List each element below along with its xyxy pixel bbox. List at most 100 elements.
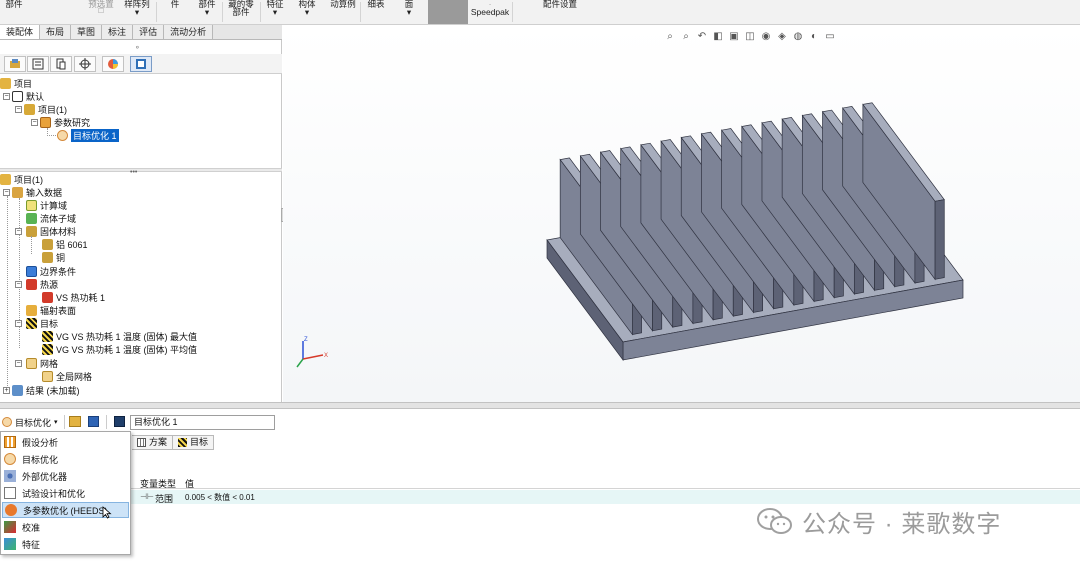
parametric-study-panel: 目标优化 ▾ 目标优化 1 方案 目标 变量类型 值 ⊣⊢ 范围 0.005 <…: [0, 402, 1080, 566]
dd-what-if[interactable]: 假设分析: [2, 434, 129, 450]
config-icon: [12, 91, 23, 102]
tree-goals[interactable]: 目标: [26, 317, 58, 330]
parametric-study-icon: [40, 117, 51, 128]
display-manager-icon[interactable]: [102, 56, 124, 72]
tree-global-mesh[interactable]: 全局网格: [42, 370, 92, 383]
rib-face[interactable]: 面 ▾: [402, 0, 416, 24]
ribbon-divider: [222, 2, 223, 22]
dd-external-opt[interactable]: 外部优化器: [2, 468, 129, 484]
rib-feature[interactable]: 特征 ▾: [264, 0, 286, 24]
rib-hidden-parts[interactable]: 藏的零部件: [226, 0, 256, 24]
tree-target-opt[interactable]: 目标优化 1: [57, 129, 119, 142]
heat-source-icon: [26, 279, 37, 290]
tree-project-1[interactable]: 项目(1): [24, 103, 67, 116]
tree-heat-source-item[interactable]: VS 热功耗 1: [42, 291, 105, 304]
dd-doe-opt[interactable]: 试验设计和优化: [2, 485, 129, 501]
configuration-manager-icon[interactable]: [50, 56, 72, 72]
watermark: 公众号 · 莱歌数字: [756, 506, 1001, 538]
manager-tab-bar: [0, 54, 282, 74]
variables-table-header: 变量类型 值: [0, 475, 1080, 489]
tree-connector: [47, 135, 56, 136]
open-folder-icon[interactable]: [69, 416, 81, 427]
project-icon: [0, 174, 11, 185]
svg-text:Z: Z: [304, 337, 308, 343]
panel-collapse-handle[interactable]: ⚬: [134, 43, 141, 52]
study-type-dropdown[interactable]: 目标优化 ▾: [0, 415, 60, 429]
dd-calibration[interactable]: 校准: [2, 519, 129, 535]
tree-results[interactable]: 结果 (未加载): [12, 384, 80, 397]
tab-annotation[interactable]: 标注: [102, 25, 134, 39]
tree-default-config[interactable]: 默认: [12, 90, 44, 103]
collapse-toggle[interactable]: −: [3, 189, 10, 196]
rib-accessory-settings[interactable]: 配件设置: [540, 0, 580, 24]
collapse-toggle[interactable]: −: [15, 228, 22, 235]
rib-pattern[interactable]: 样阵列 ▾: [122, 0, 152, 24]
collapse-toggle[interactable]: −: [15, 320, 22, 327]
tree-comp-domain[interactable]: 计算域: [26, 199, 67, 212]
save-icon[interactable]: [88, 416, 99, 427]
tree-solid-materials[interactable]: 固体材料: [26, 225, 76, 238]
collapse-toggle[interactable]: −: [15, 106, 22, 113]
collapse-toggle[interactable]: −: [31, 119, 38, 126]
flow-simulation-tree-icon[interactable]: [130, 56, 152, 72]
collapse-toggle[interactable]: −: [3, 93, 10, 100]
range-icon: ⊣⊢: [140, 492, 154, 501]
dd-feature[interactable]: 特征: [2, 536, 129, 552]
collapse-toggle[interactable]: −: [15, 360, 22, 367]
feature-manager-panel: ⚬ 项目 − 默认 − 项目(1) − 参数研究 目标优化 1 ••• 项目(1…: [0, 40, 285, 402]
tree-mat-copper[interactable]: 铜: [42, 251, 65, 264]
rib-bom[interactable]: 细表: [364, 0, 388, 24]
cell-value: 0.005 < 数值 < 0.01: [185, 493, 255, 502]
rib-part-2[interactable]: [34, 0, 56, 24]
tree-goal-max[interactable]: VG VS 热功耗 1 温度 (固体) 最大值: [42, 330, 197, 343]
tree-goal-avg[interactable]: VG VS 热功耗 1 温度 (固体) 平均值: [42, 343, 197, 356]
heatsink-model[interactable]: [283, 25, 1080, 402]
calibration-icon: [4, 521, 16, 533]
rib-structure[interactable]: 构体 ▾: [296, 0, 318, 24]
tree-root-project[interactable]: 项目: [0, 77, 32, 90]
tab-assembly[interactable]: 装配体: [0, 25, 41, 39]
save-as-icon[interactable]: [114, 416, 125, 427]
rib-motion-study[interactable]: 动算例: [328, 0, 358, 24]
tree-project-root[interactable]: 项目(1): [0, 173, 43, 186]
tree-boundary[interactable]: 边界条件: [26, 265, 76, 278]
tree-mesh[interactable]: 网格: [26, 357, 58, 370]
tab-evaluate[interactable]: 评估: [133, 25, 165, 39]
tab-sketch[interactable]: 草图: [71, 25, 103, 39]
pane-splitter[interactable]: •••: [0, 168, 282, 176]
rib-presel[interactable]: 预选置 ☐: [86, 0, 116, 24]
ribbon-divider: [260, 2, 261, 22]
tree-mat-aluminum[interactable]: 铝 6061: [42, 238, 88, 251]
study-toolbar: 目标优化 ▾ 目标优化 1: [0, 413, 1080, 431]
table-row[interactable]: ⊣⊢ 范围 0.005 < 数值 < 0.01: [0, 490, 1080, 504]
tree-radiation[interactable]: 辐射表面: [26, 304, 76, 317]
tab-layout[interactable]: 布局: [40, 25, 72, 39]
collapse-toggle[interactable]: −: [15, 281, 22, 288]
dd-goal-opt[interactable]: 目标优化: [2, 451, 129, 467]
toolbar-divider: [64, 415, 65, 429]
ribbon-divider: [156, 2, 157, 22]
col-var-type: 变量类型: [140, 479, 177, 489]
study-tabs: 方案 目标: [132, 435, 215, 450]
tree-heat-source[interactable]: 热源: [26, 278, 58, 291]
tree-connector: [31, 236, 32, 254]
expand-toggle[interactable]: +: [3, 387, 10, 394]
boundary-condition-icon: [26, 266, 37, 277]
rib-part-1[interactable]: 部件: [2, 0, 26, 24]
rib-part-4[interactable]: 部件 ▾: [195, 0, 219, 24]
graphics-viewport[interactable]: ⌕ ⌕ ↶ ◧ ▣ ◫ ◉ ◈ ◍ ◐ ▭ Z X: [283, 25, 1080, 402]
dimxpert-icon[interactable]: [74, 56, 96, 72]
feature-tree-icon[interactable]: [4, 56, 26, 72]
rib-selected-tool[interactable]: [428, 0, 468, 24]
rib-speedpak[interactable]: · Speedpak: [470, 0, 510, 24]
tab-goal[interactable]: 目标: [173, 435, 215, 450]
panel-title-bar[interactable]: [0, 402, 1080, 409]
rib-part-3[interactable]: 件: [164, 0, 186, 24]
dd-heeds[interactable]: 多参数优化 (HEEDS): [2, 502, 129, 519]
tab-flow-analysis[interactable]: 流动分析: [164, 25, 214, 39]
tree-fluid-subdomain[interactable]: 流体子域: [26, 212, 76, 225]
study-name-input[interactable]: 目标优化 1: [130, 415, 275, 430]
command-tabs: 装配体 布局 草图 标注 评估 流动分析: [0, 25, 282, 40]
property-manager-icon[interactable]: [27, 56, 49, 72]
tab-scheme[interactable]: 方案: [132, 435, 174, 450]
